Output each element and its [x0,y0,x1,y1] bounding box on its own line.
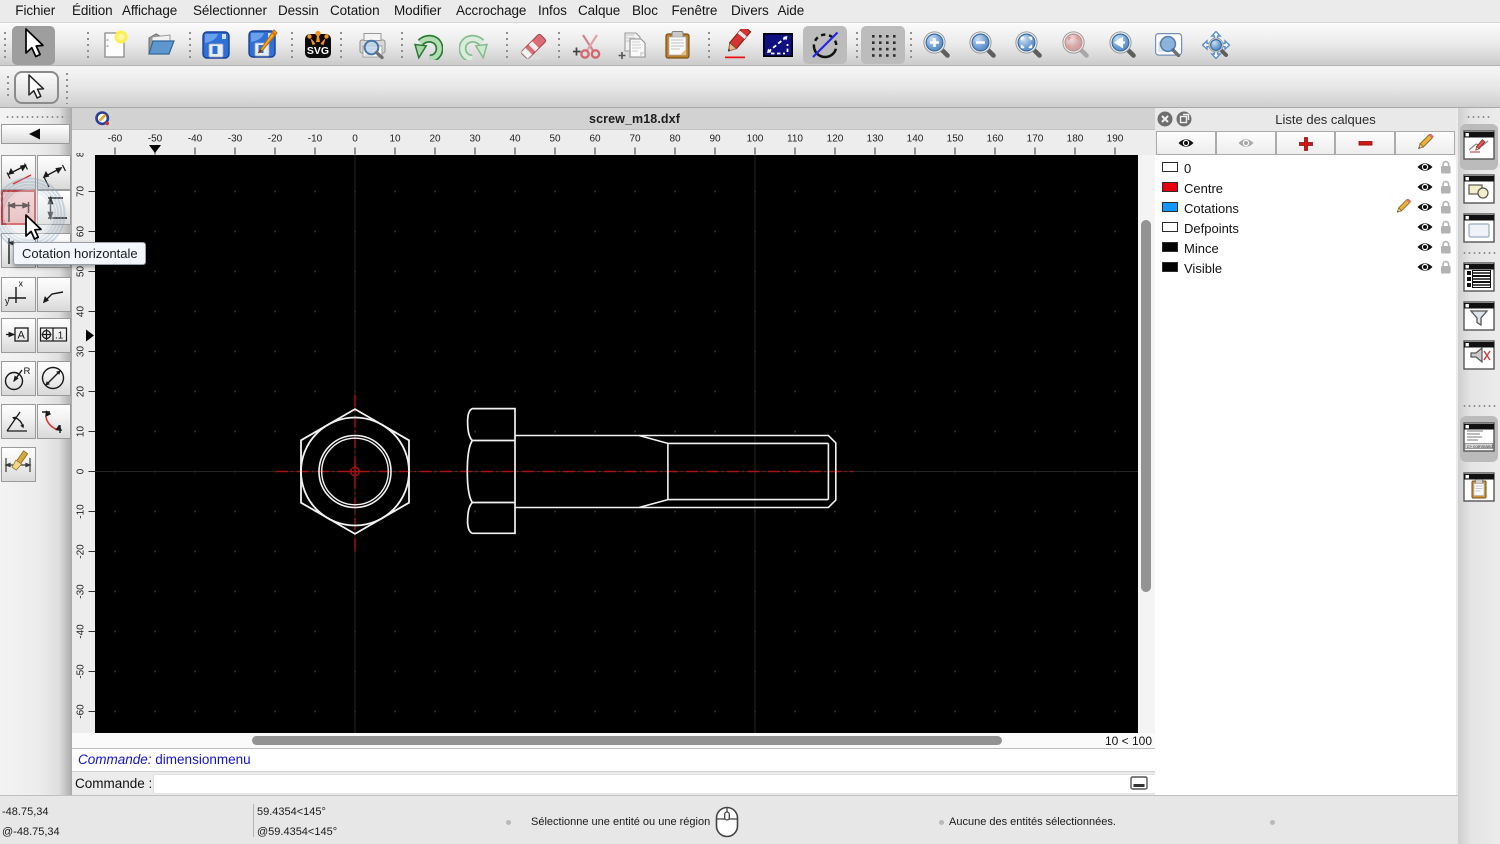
svg-text:80: 80 [76,146,87,158]
svg-text:40: 40 [509,134,521,145]
svg-text:x: x [19,279,24,289]
svg-text:A: A [18,330,26,342]
svg-text:50: 50 [76,266,87,278]
svg-text:0: 0 [76,468,87,474]
svg-text:-60: -60 [108,134,123,145]
svg-text:-50: -50 [76,664,87,679]
svg-text:10: 10 [389,134,401,145]
svg-text:30: 30 [469,134,481,145]
svg-text:110: 110 [787,134,803,145]
svg-text:30: 30 [76,346,87,358]
svg-text:.1: .1 [55,331,64,342]
svg-text:50: 50 [549,134,561,145]
svg-text:70: 70 [629,134,641,145]
svg-text:-10: -10 [76,504,87,519]
svg-text:0: 0 [352,134,358,145]
svg-text:-10: -10 [308,134,323,145]
svg-text:-30: -30 [228,134,243,145]
svg-text:-40: -40 [188,134,203,145]
svg-text:y: y [5,296,10,306]
svg-text:-50: -50 [148,134,163,145]
svg-text:170: 170 [1027,134,1044,145]
svg-text:-40: -40 [76,624,87,639]
svg-text:SVG: SVG [307,45,329,57]
svg-text:60: 60 [589,134,601,145]
svg-text:150: 150 [947,134,964,145]
svg-text:-30: -30 [76,584,87,599]
svg-text:60: 60 [76,226,87,238]
svg-text:160: 160 [987,134,1004,145]
svg-text:180: 180 [1067,134,1084,145]
svg-text:R: R [24,366,31,377]
svg-text:130: 130 [867,134,884,145]
svg-text:80: 80 [669,134,681,145]
svg-text:10: 10 [76,426,87,438]
svg-text:120: 120 [827,134,844,145]
svg-text:90: 90 [709,134,721,145]
svg-text:-20: -20 [76,544,87,559]
svg-text:190: 190 [1107,134,1124,145]
svg-text:100: 100 [747,134,764,145]
svg-text:20: 20 [76,386,87,398]
svg-text:140: 140 [907,134,924,145]
svg-text:-20: -20 [268,134,283,145]
svg-text:40: 40 [76,306,87,318]
svg-text:c> command: c> command [1467,444,1493,449]
svg-text:-60: -60 [76,704,87,719]
svg-text:70: 70 [76,186,87,198]
svg-text:20: 20 [429,134,441,145]
